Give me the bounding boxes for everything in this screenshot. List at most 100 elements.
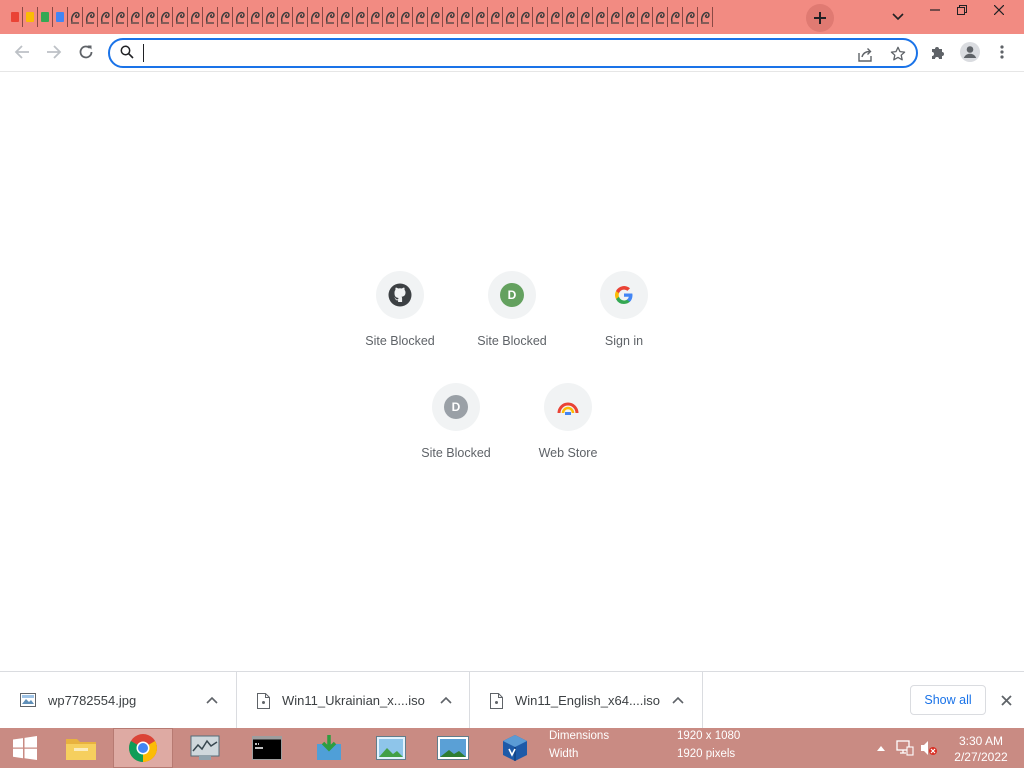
tab[interactable] (488, 7, 503, 27)
tab[interactable] (473, 7, 488, 27)
reload-button[interactable] (74, 40, 98, 64)
profile-button[interactable] (958, 40, 982, 64)
tab[interactable] (53, 7, 68, 27)
tab[interactable] (398, 7, 413, 27)
menu-button[interactable] (990, 40, 1014, 64)
tab[interactable] (383, 7, 398, 27)
taskbar-resource-monitor[interactable] (176, 729, 234, 767)
command-prompt-icon (252, 736, 282, 760)
tab[interactable] (8, 7, 23, 27)
tab-favicon (580, 11, 590, 24)
show-hidden-icons-button[interactable] (874, 728, 888, 768)
tab[interactable] (413, 7, 428, 27)
close-shelf-button[interactable] (998, 692, 1014, 708)
plus-icon (814, 12, 826, 24)
tab[interactable] (113, 7, 128, 27)
address-bar[interactable] (108, 38, 918, 68)
tab[interactable] (518, 7, 533, 27)
tab-strip (0, 0, 1024, 34)
shortcut-tile-sign-in[interactable]: Sign in (568, 271, 680, 375)
shortcut-favicon (544, 383, 592, 431)
tab[interactable] (548, 7, 563, 27)
tab[interactable] (38, 7, 53, 27)
tab[interactable] (683, 7, 698, 27)
tab[interactable] (623, 7, 638, 27)
back-button[interactable] (10, 40, 34, 64)
tab[interactable] (653, 7, 668, 27)
tab[interactable] (23, 7, 38, 27)
tab[interactable] (578, 7, 593, 27)
tab[interactable] (218, 7, 233, 27)
network-tray-button[interactable] (894, 728, 916, 768)
tab[interactable] (188, 7, 203, 27)
tab[interactable] (308, 7, 323, 27)
forward-button[interactable] (42, 40, 66, 64)
tab-favicon (565, 11, 575, 24)
shortcut-tile-web-store[interactable]: Web Store (512, 383, 624, 487)
taskbar-photo-viewer[interactable] (362, 729, 420, 767)
network-icon (896, 740, 914, 756)
taskbar-image-app[interactable] (424, 729, 482, 767)
close-window-button[interactable] (982, 0, 1016, 20)
tab[interactable] (323, 7, 338, 27)
tab[interactable] (668, 7, 683, 27)
start-button[interactable] (0, 729, 50, 767)
system-clock[interactable]: 3:30 AM 2/27/2022 (948, 733, 1014, 765)
tab[interactable] (428, 7, 443, 27)
tab[interactable] (173, 7, 188, 27)
tab-favicon (130, 11, 140, 24)
taskbar-file-explorer[interactable] (52, 729, 110, 767)
show-all-button[interactable]: Show all (910, 685, 986, 715)
tab[interactable] (83, 7, 98, 27)
tab[interactable] (533, 7, 548, 27)
download-options-button[interactable] (670, 692, 686, 708)
taskbar-download-app[interactable] (300, 729, 358, 767)
tab[interactable] (638, 7, 653, 27)
tab[interactable] (278, 7, 293, 27)
download-options-button[interactable] (438, 692, 454, 708)
download-item[interactable]: wp7782554.jpg (0, 672, 237, 729)
new-tab-button[interactable] (806, 4, 834, 32)
tab-favicon (190, 11, 200, 24)
tab[interactable] (563, 7, 578, 27)
tab[interactable] (593, 7, 608, 27)
tab[interactable] (293, 7, 308, 27)
tab-search-button[interactable] (888, 8, 908, 26)
shortcut-tile-d-site-2[interactable]: D Site Blocked (400, 383, 512, 487)
address-input[interactable] (142, 43, 846, 65)
share-button[interactable] (856, 44, 876, 64)
restore-button[interactable] (945, 0, 979, 20)
tab[interactable] (443, 7, 458, 27)
tab[interactable] (143, 7, 158, 27)
download-item[interactable]: Win11_English_x64....iso (470, 672, 703, 729)
tab[interactable] (203, 7, 218, 27)
download-options-button[interactable] (204, 692, 220, 708)
taskbar-virtualbox[interactable] (486, 729, 544, 767)
tab[interactable] (458, 7, 473, 27)
tab[interactable] (698, 7, 713, 27)
shortcut-tile-github[interactable]: Site Blocked (344, 271, 456, 375)
tab[interactable] (503, 7, 518, 27)
tab[interactable] (608, 7, 623, 27)
tab[interactable] (233, 7, 248, 27)
shortcut-tile-d-site[interactable]: D Site Blocked (456, 271, 568, 375)
tab[interactable] (128, 7, 143, 27)
extensions-button[interactable] (926, 40, 950, 64)
tab-favicon (685, 11, 695, 24)
taskbar-command-prompt[interactable] (238, 729, 296, 767)
tab[interactable] (248, 7, 263, 27)
tab[interactable] (353, 7, 368, 27)
tab[interactable] (68, 7, 83, 27)
tab[interactable] (368, 7, 383, 27)
tab[interactable] (263, 7, 278, 27)
tab-favicon (340, 11, 350, 24)
tab[interactable] (338, 7, 353, 27)
taskbar-chrome[interactable] (113, 728, 173, 768)
bookmark-button[interactable] (888, 44, 908, 64)
volume-tray-button[interactable] (918, 728, 940, 768)
tab[interactable] (158, 7, 173, 27)
virtualbox-icon (503, 735, 527, 761)
download-item[interactable]: Win11_Ukrainian_x....iso (237, 672, 470, 729)
tooltip-row-width: Width 1920 pixels (549, 748, 735, 764)
tab[interactable] (98, 7, 113, 27)
